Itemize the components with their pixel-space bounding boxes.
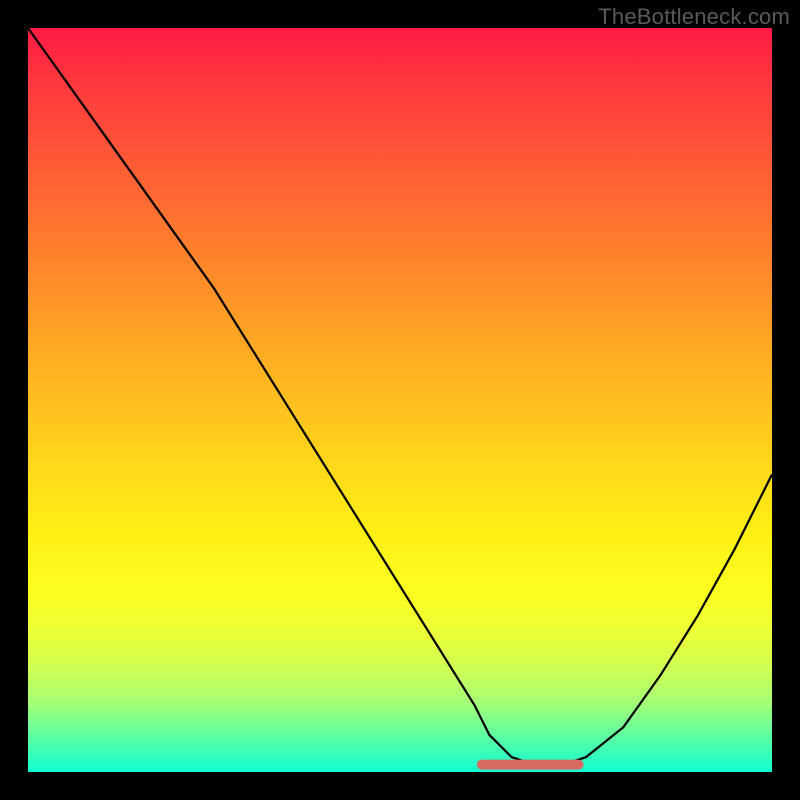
plot-area xyxy=(28,28,772,772)
bottleneck-curve xyxy=(28,28,772,765)
watermark: TheBottleneck.com xyxy=(598,4,790,30)
chart-svg xyxy=(28,28,772,772)
